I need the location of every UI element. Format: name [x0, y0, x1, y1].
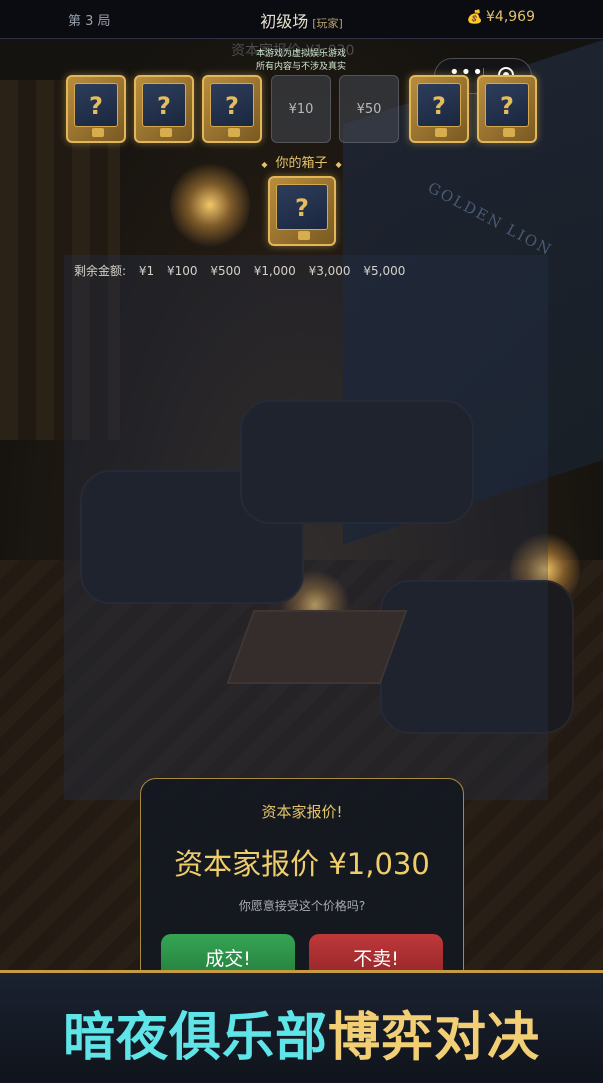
game-panel — [64, 255, 548, 800]
your-box-label: ◆ 你的箱子 ◆ — [0, 152, 603, 171]
banner-slogan: 暗夜俱乐部博弈对决 — [0, 995, 603, 1070]
remaining-amount: ¥3,000 — [308, 264, 351, 278]
remaining-label: 剩余金额: — [74, 264, 127, 278]
banner-part-1: 暗夜俱乐部 — [62, 1008, 328, 1068]
banner-part-2: 博弈对决 — [328, 1008, 541, 1068]
opened-box: ¥10 — [271, 75, 331, 143]
remaining-amount: ¥1 — [138, 264, 155, 278]
mystery-box[interactable]: ? — [409, 75, 469, 143]
dialog-question: 你愿意接受这个价格吗? — [238, 899, 366, 913]
lock-icon — [503, 128, 515, 137]
offer-amount: 资本家报价 ¥1,030 — [174, 847, 430, 881]
mystery-box[interactable]: ? — [66, 75, 126, 143]
your-box-text: 你的箱子 — [275, 156, 328, 171]
remaining-amount: ¥5,000 — [363, 264, 406, 278]
balance-value: ¥4,969 — [486, 9, 535, 25]
opened-box: ¥50 — [339, 75, 399, 143]
mystery-box[interactable]: ? — [477, 75, 537, 143]
remaining-amount: ¥500 — [210, 264, 241, 278]
remaining-amount: ¥100 — [166, 264, 198, 278]
dialog-title: 资本家报价! — [261, 803, 343, 821]
top-bar: 第 3 局 初级场 [玩家] 💰 ¥4,969 — [0, 0, 603, 39]
question-mark-icon: ? — [142, 83, 186, 127]
offer-echo: 资本家报价 ¥1,030 — [231, 43, 355, 59]
mystery-box[interactable]: ? — [202, 75, 262, 143]
money-bag-icon: 💰 — [466, 10, 483, 25]
offer-dialog: 资本家报价! 资本家报价 ¥1,030 你愿意接受这个价格吗? 成交! 不卖! — [140, 778, 464, 1000]
room-title: 初级场 — [260, 12, 309, 31]
lock-icon — [228, 128, 240, 137]
arrow-left-icon: ◆ — [261, 160, 268, 169]
lock-icon — [92, 128, 104, 137]
arrow-right-icon: ◆ — [335, 160, 342, 169]
question-mark-icon: ? — [276, 184, 328, 230]
question-mark-icon: ? — [417, 83, 461, 127]
wall-lamp — [170, 160, 250, 250]
remaining-amount: ¥1,000 — [253, 264, 296, 278]
promo-banner: 暗夜俱乐部博弈对决 — [0, 970, 603, 1083]
player-tag: [玩家] — [312, 17, 343, 30]
lock-icon — [298, 231, 310, 240]
remaining-amounts: 剩余金额: ¥1 ¥100 ¥500 ¥1,000 ¥3,000 ¥5,000 — [74, 262, 414, 279]
question-mark-icon: ? — [485, 83, 529, 127]
your-box[interactable]: ? — [268, 176, 336, 246]
wallet-balance: 💰 ¥4,969 — [467, 9, 535, 25]
lock-icon — [160, 128, 172, 137]
question-mark-icon: ? — [210, 83, 254, 127]
mystery-box[interactable]: ? — [134, 75, 194, 143]
notice-overlay: 资本家报价 ¥1,030 本游戏为虚拟娱乐游戏 所有内容与不涉及真实 — [225, 43, 377, 74]
notice-line: 所有内容与不涉及真实 — [255, 62, 346, 72]
question-mark-icon: ? — [74, 83, 118, 127]
lock-icon — [435, 128, 447, 137]
